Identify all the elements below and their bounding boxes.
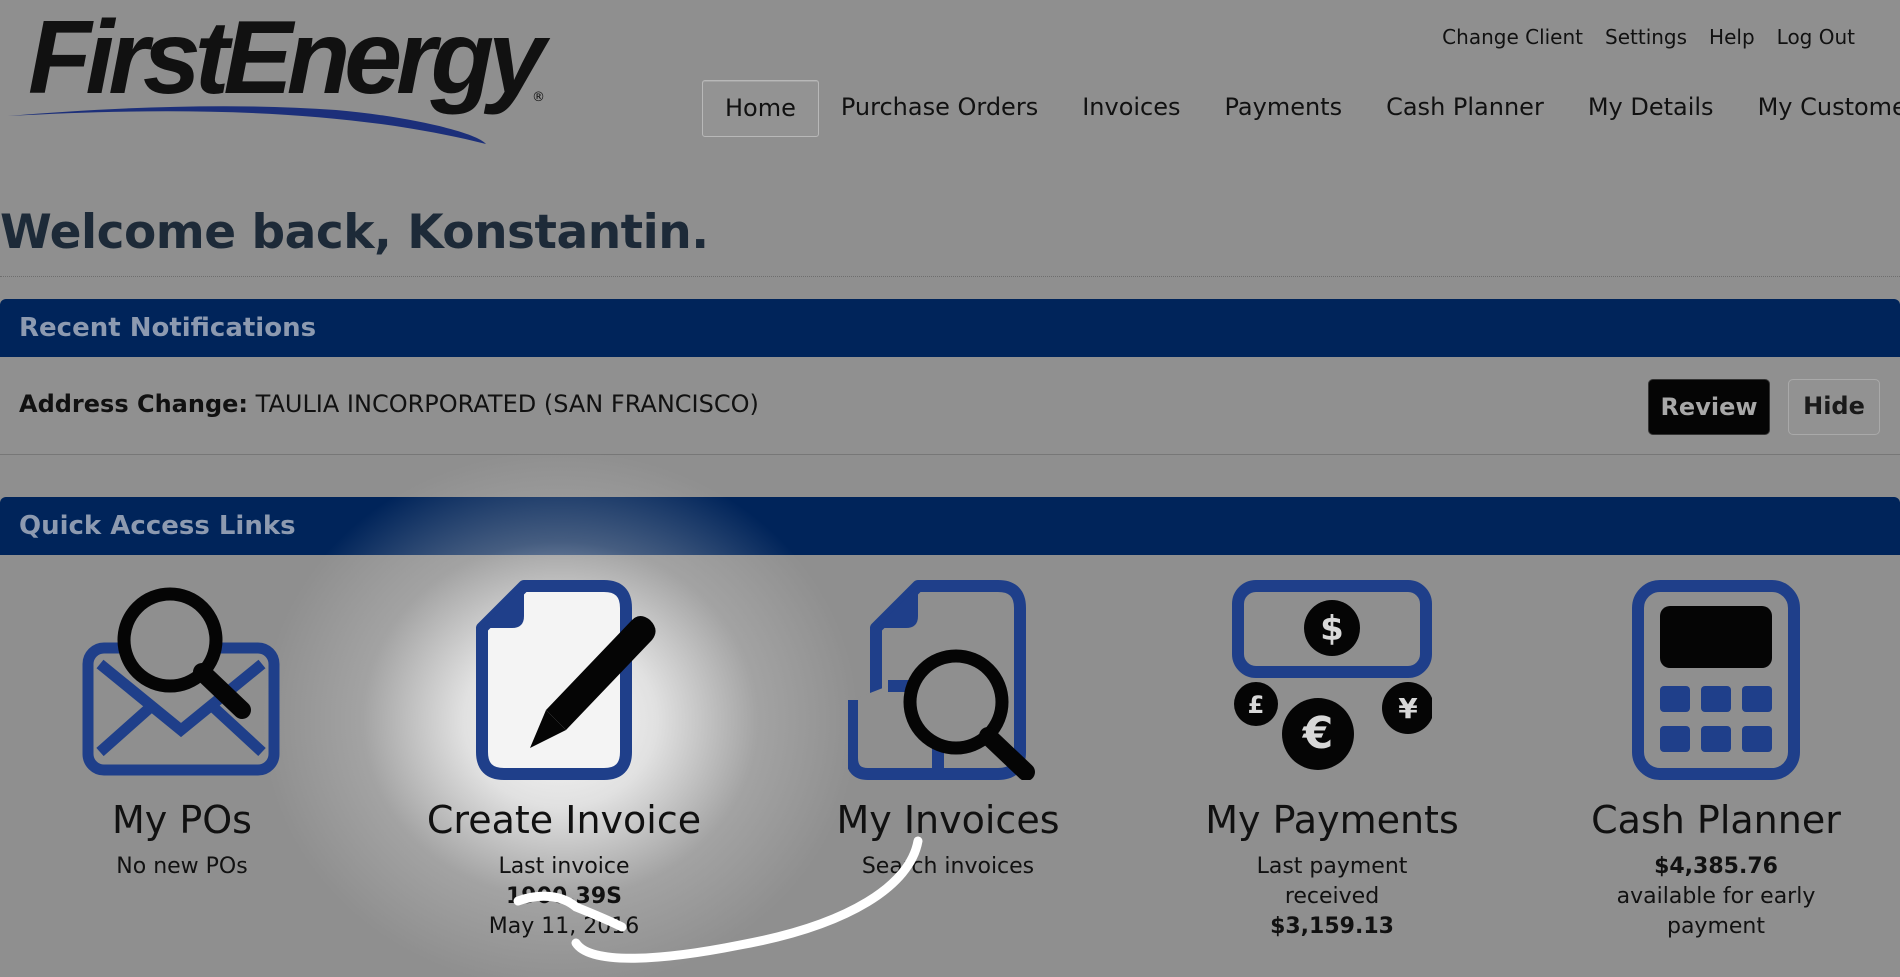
tile-my-pos[interactable]: My POs No new POs bbox=[32, 580, 332, 882]
nav-tab-my-customer[interactable]: My Customer bbox=[1736, 80, 1900, 137]
tile-create-invoice[interactable]: Create Invoice Last invoice 1900.39S May… bbox=[414, 580, 714, 942]
log-out-link[interactable]: Log Out bbox=[1777, 25, 1855, 49]
notification-text: Address Change: TAULIA INCORPORATED (SAN… bbox=[19, 390, 759, 418]
tile-line1: $4,385.76 bbox=[1654, 854, 1778, 879]
registered-mark: ® bbox=[532, 90, 545, 105]
tile-line2: available for early bbox=[1616, 884, 1816, 909]
welcome-heading: Welcome back, Konstantin. bbox=[0, 205, 709, 260]
main-nav: Home Purchase Orders Invoices Payments C… bbox=[702, 80, 1900, 137]
tile-line1: No new POs bbox=[116, 854, 248, 879]
tile-subtitle: Last invoice 1900.39S May 11, 2016 bbox=[414, 852, 714, 942]
tile-line1: Last invoice bbox=[498, 854, 630, 879]
document-search-icon bbox=[848, 580, 1035, 780]
tile-line1: Search invoices bbox=[861, 854, 1035, 879]
envelope-search-icon bbox=[82, 587, 280, 776]
notification-label: Address Change: bbox=[19, 390, 249, 418]
nav-tab-home[interactable]: Home bbox=[702, 80, 819, 137]
review-button[interactable]: Review bbox=[1648, 379, 1770, 435]
currency-icon: $ £ ¥ € bbox=[1232, 580, 1432, 770]
tile-line2: received bbox=[1284, 884, 1380, 909]
tile-line3: payment bbox=[1666, 914, 1765, 939]
settings-link[interactable]: Settings bbox=[1605, 25, 1687, 49]
tile-my-invoices[interactable]: My Invoices Search invoices bbox=[798, 580, 1098, 882]
tile-title: My Invoices bbox=[836, 798, 1060, 842]
svg-text:£: £ bbox=[1248, 691, 1265, 719]
nav-tab-invoices[interactable]: Invoices bbox=[1060, 80, 1202, 137]
firstenergy-logo[interactable]: FirstEnergy ® bbox=[6, 6, 551, 146]
svg-text:¥: ¥ bbox=[1398, 692, 1418, 725]
notifications-title: Recent Notifications bbox=[19, 313, 317, 343]
nav-tab-cash-planner[interactable]: Cash Planner bbox=[1364, 80, 1566, 137]
svg-text:$: $ bbox=[1320, 609, 1344, 649]
svg-text:€: € bbox=[1302, 708, 1334, 759]
tile-cash-planner[interactable]: Cash Planner $4,385.76 available for ear… bbox=[1566, 580, 1866, 942]
tile-my-payments[interactable]: $ £ ¥ € My Payments Last payment receive… bbox=[1182, 580, 1482, 942]
quick-access-header: Quick Access Links bbox=[0, 497, 1900, 555]
hide-button[interactable]: Hide bbox=[1788, 379, 1880, 435]
tile-line1: Last payment bbox=[1256, 854, 1408, 879]
notifications-header: Recent Notifications bbox=[0, 299, 1900, 357]
logo-swoosh-icon bbox=[8, 106, 486, 144]
document-pen-icon bbox=[476, 580, 656, 780]
tile-line3: May 11, 2016 bbox=[488, 914, 640, 939]
utility-nav: Change Client Settings Help Log Out bbox=[1442, 25, 1855, 49]
tile-subtitle: Search invoices bbox=[798, 852, 1098, 882]
quick-access-title: Quick Access Links bbox=[19, 511, 296, 541]
nav-tab-payments[interactable]: Payments bbox=[1203, 80, 1365, 137]
calculator-icon bbox=[1632, 580, 1800, 780]
tile-subtitle: $4,385.76 available for early payment bbox=[1566, 852, 1866, 942]
tile-subtitle: No new POs bbox=[32, 852, 332, 882]
tile-title: Create Invoice bbox=[426, 798, 702, 842]
nav-tab-purchase-orders[interactable]: Purchase Orders bbox=[819, 80, 1060, 137]
tile-line3: $3,159.13 bbox=[1270, 914, 1394, 939]
notification-item: Address Change: TAULIA INCORPORATED (SAN… bbox=[0, 357, 1900, 455]
nav-tab-my-details[interactable]: My Details bbox=[1566, 80, 1736, 137]
header-divider bbox=[0, 276, 1900, 277]
tile-title: Cash Planner bbox=[1591, 798, 1841, 842]
help-link[interactable]: Help bbox=[1709, 25, 1755, 49]
tile-line2: 1900.39S bbox=[505, 884, 623, 909]
tile-subtitle: Last payment received $3,159.13 bbox=[1182, 852, 1482, 942]
tile-title: My POs bbox=[112, 798, 252, 842]
change-client-link[interactable]: Change Client bbox=[1442, 25, 1583, 49]
tile-title: My Payments bbox=[1205, 798, 1459, 842]
notification-value: TAULIA INCORPORATED (SAN FRANCISCO) bbox=[255, 390, 759, 418]
